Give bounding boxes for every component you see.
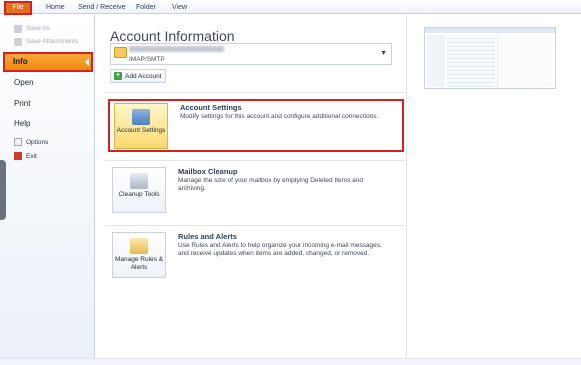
page-title: Account Information [110, 28, 235, 44]
plus-icon: + [114, 72, 122, 80]
save-as-icon [14, 25, 22, 33]
add-account-button[interactable]: + Add Account [110, 69, 166, 83]
account-settings-description: Modify settings for this account and con… [180, 113, 379, 120]
tab-view[interactable]: View [172, 2, 187, 14]
save-attachments-command[interactable]: Save Attachments [14, 37, 78, 47]
rules-alerts-title: Rules and Alerts [178, 232, 237, 241]
cleanup-tools-button[interactable]: Cleanup Tools [112, 167, 166, 213]
nav-item-print[interactable]: Print [14, 99, 30, 108]
account-settings-icon [132, 109, 150, 125]
rules-alerts-description: Use Rules and Alerts to help organize yo… [178, 242, 382, 257]
rules-alerts-section: Manage Rules & Alerts Rules and Alerts U… [108, 232, 404, 282]
tab-folder[interactable]: Folder [136, 2, 156, 14]
outlook-backstage: File Home Send / Receive Folder View Sav… [0, 0, 581, 365]
options-icon [14, 138, 22, 146]
mail-folder-icon [114, 47, 127, 58]
cleanup-tools-icon [130, 173, 148, 189]
divider [105, 225, 405, 226]
nav-item-open[interactable]: Open [14, 78, 34, 87]
options-label: Options [26, 138, 49, 146]
side-resize-handle[interactable] [0, 160, 6, 220]
preview-ribbon [425, 28, 555, 33]
manage-rules-alerts-button[interactable]: Manage Rules & Alerts [112, 232, 166, 278]
exit-label: Exit [26, 152, 37, 160]
options-command[interactable]: Options [14, 138, 48, 146]
mailbox-cleanup-title: Mailbox Cleanup [178, 167, 238, 176]
outlook-preview-thumbnail [424, 27, 556, 89]
account-settings-title: Account Settings [180, 103, 242, 112]
preview-reading-pane [497, 35, 553, 87]
backstage-nav: Save As Save Attachments Info Open Print… [0, 15, 95, 365]
exit-command[interactable]: Exit [14, 152, 37, 160]
account-settings-section: Account Settings Account Settings Modify… [108, 99, 404, 152]
divider [105, 92, 405, 93]
mailbox-cleanup-section: Cleanup Tools Mailbox Cleanup Manage the… [108, 167, 404, 217]
save-attachments-label: Save Attachments [26, 38, 79, 45]
tab-send-receive[interactable]: Send / Receive [78, 2, 125, 14]
nav-item-help[interactable]: Help [14, 119, 30, 128]
cleanup-tools-button-label: Cleanup Tools [118, 191, 160, 198]
preview-list [447, 35, 495, 87]
divider [105, 160, 405, 161]
manage-rules-alerts-button-label: Manage Rules & Alerts [114, 256, 164, 271]
save-as-command[interactable]: Save As [14, 24, 50, 34]
tab-home[interactable]: Home [46, 2, 65, 14]
account-type: IMAP/SMTP [129, 56, 165, 63]
add-account-label: Add Account [125, 72, 162, 80]
chevron-down-icon: ▼ [380, 50, 387, 57]
exit-icon [14, 152, 22, 160]
mailbox-cleanup-description: Manage the size of your mailbox by empty… [178, 177, 363, 192]
rules-alerts-icon [130, 238, 148, 254]
bottom-bar [0, 358, 581, 365]
account-email-blurred [129, 46, 224, 52]
account-selector[interactable]: IMAP/SMTP ▼ [110, 43, 392, 65]
save-as-label: Save As [26, 25, 50, 32]
column-separator [406, 15, 407, 360]
nav-item-info-label: Info [13, 57, 28, 66]
save-attachments-icon [14, 38, 22, 46]
nav-item-info[interactable]: Info [3, 52, 93, 72]
account-settings-button[interactable]: Account Settings [114, 103, 168, 149]
file-tab[interactable]: File [4, 1, 32, 15]
account-settings-button-label: Account Settings [116, 127, 166, 134]
selected-notch-icon [85, 58, 89, 66]
preview-nav [427, 35, 445, 87]
ribbon-tab-strip: File Home Send / Receive Folder View [0, 0, 581, 15]
